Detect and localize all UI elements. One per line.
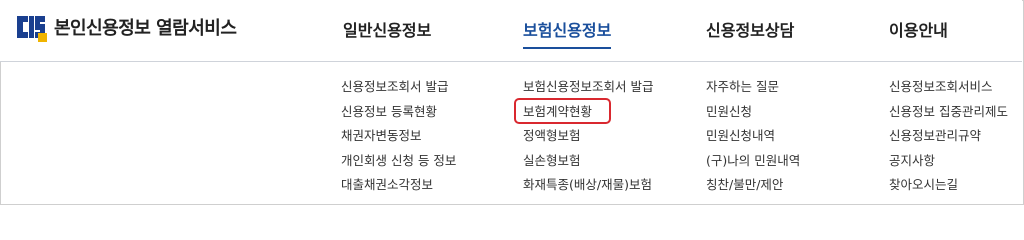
submenu-item[interactable]: 대출채권소각정보 bbox=[341, 176, 456, 201]
submenu-item[interactable]: (구)나의 민원내역 bbox=[706, 152, 800, 177]
cis-logo-icon bbox=[14, 12, 48, 42]
submenu-item[interactable]: 신용정보 등록현황 bbox=[341, 103, 456, 128]
submenu-general-credit: 신용정보조회서 발급 신용정보 등록현황 채권자변동정보 개인회생 신청 등 정… bbox=[341, 78, 456, 201]
submenu-item[interactable]: 정액형보험 bbox=[523, 127, 653, 152]
submenu-item[interactable]: 자주하는 질문 bbox=[706, 78, 800, 103]
gnb-general-credit[interactable]: 일반신용정보 bbox=[343, 17, 431, 41]
gnb-insurance-credit[interactable]: 보험신용정보 bbox=[523, 17, 612, 49]
submenu-item[interactable]: 찾아오시는길 bbox=[889, 176, 1008, 201]
submenu-item[interactable]: 개인회생 신청 등 정보 bbox=[341, 152, 456, 177]
submenu-item[interactable]: 채권자변동정보 bbox=[341, 127, 456, 152]
brand-logo[interactable]: 본인신용정보 열람서비스 bbox=[14, 11, 237, 43]
submenu-item-label: 보험계약현황 bbox=[523, 103, 593, 119]
submenu-item[interactable]: 보험신용정보조회서 발급 bbox=[523, 78, 653, 103]
submenu-item[interactable]: 신용정보조회서 발급 bbox=[341, 78, 456, 103]
submenu-credit-consult: 자주하는 질문 민원신청 민원신청내역 (구)나의 민원내역 칭찬/불만/제안 bbox=[706, 78, 800, 201]
submenu-item[interactable]: 민원신청내역 bbox=[706, 127, 800, 152]
submenu-item[interactable]: 신용정보조회서비스 bbox=[889, 78, 1008, 103]
gnb-usage-guide[interactable]: 이용안내 bbox=[889, 17, 948, 41]
submenu-item[interactable]: 실손형보험 bbox=[523, 152, 653, 177]
site-title: 본인신용정보 열람서비스 bbox=[54, 18, 237, 39]
submenu-item[interactable]: 민원신청 bbox=[706, 103, 800, 128]
submenu-item[interactable]: 공지사항 bbox=[889, 152, 1008, 177]
submenu-usage-guide: 신용정보조회서비스 신용정보 집중관리제도 신용정보관리규약 공지사항 찾아오시… bbox=[889, 78, 1008, 201]
submenu-insurance-credit: 보험신용정보조회서 발급 보험계약현황 정액형보험 실손형보험 화재특종(배상/… bbox=[514, 78, 653, 201]
gnb-credit-consult[interactable]: 신용정보상담 bbox=[706, 17, 794, 41]
submenu-item[interactable]: 칭찬/불만/제안 bbox=[706, 176, 800, 201]
submenu-item[interactable]: 신용정보 집중관리제도 bbox=[889, 103, 1008, 128]
site-header: 본인신용정보 열람서비스 일반신용정보 보험신용정보 신용정보상담 이용안내 bbox=[0, 0, 1022, 62]
submenu-item[interactable]: 신용정보관리규약 bbox=[889, 127, 1008, 152]
submenu-item-highlighted[interactable]: 보험계약현황 bbox=[514, 97, 653, 128]
submenu-item[interactable]: 화재특종(배상/재물)보험 bbox=[523, 176, 653, 201]
